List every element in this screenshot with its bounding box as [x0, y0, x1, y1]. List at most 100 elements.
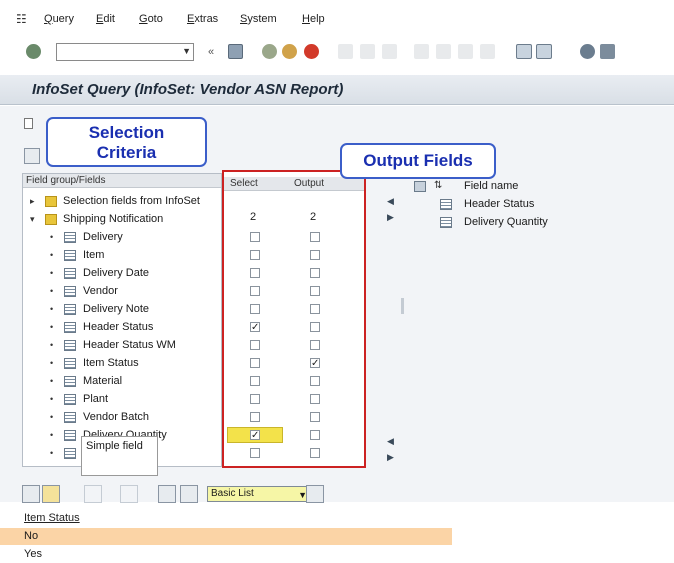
cancel-icon[interactable] [304, 44, 319, 59]
next-page-icon[interactable] [458, 44, 473, 59]
tree-row[interactable]: • Header Status [23, 319, 221, 337]
list-item[interactable]: No [0, 528, 452, 545]
sort-ascending-icon[interactable] [84, 485, 102, 503]
output-row[interactable]: Delivery Quantity [414, 214, 669, 232]
select-checkbox[interactable] [250, 358, 260, 368]
graphic-icon[interactable] [180, 485, 198, 503]
sort-descending-icon[interactable] [120, 485, 138, 503]
prev-page-icon[interactable] [436, 44, 451, 59]
output-checkbox[interactable] [310, 268, 320, 278]
menu-bar: ☷ Query Edit Goto Extras System Help [0, 0, 674, 36]
tree-row[interactable]: • Item [23, 247, 221, 265]
list-item[interactable]: Yes [0, 546, 674, 563]
output-checkbox[interactable] [310, 304, 320, 314]
find-icon[interactable] [360, 44, 375, 59]
bullet-icon: • [50, 250, 54, 260]
output-checkbox[interactable] [310, 448, 320, 458]
select-checkbox[interactable] [250, 412, 260, 422]
select-checkbox[interactable] [250, 232, 260, 242]
output-checkbox[interactable] [310, 322, 320, 332]
menu-icon[interactable]: ☷ [16, 12, 27, 26]
tree-row-label: Header Status [83, 321, 154, 333]
create-session-icon[interactable] [516, 44, 532, 59]
chevron-down-icon[interactable]: ▼ [182, 46, 191, 56]
select-checkbox[interactable] [250, 448, 260, 458]
shortcut-icon[interactable] [536, 44, 552, 59]
result-list-header[interactable]: Item Status [0, 510, 674, 527]
selection-criteria-text: Selection Criteria [88, 123, 165, 162]
menu-edit[interactable]: Edit [96, 13, 115, 25]
field-icon [64, 358, 76, 369]
select-checkbox[interactable] [250, 304, 260, 314]
output-checkbox[interactable] [310, 232, 320, 242]
field-icon [64, 394, 76, 405]
back-icon[interactable] [262, 44, 277, 59]
tree-row-label: Material [83, 375, 123, 387]
radio-icon[interactable] [24, 118, 33, 129]
print-icon[interactable] [338, 44, 353, 59]
tree-row-label: Selection fields from InfoSet [63, 195, 200, 207]
tree-row[interactable]: • Vendor [23, 283, 221, 301]
exit-icon[interactable] [282, 44, 297, 59]
output-checkbox[interactable] [310, 430, 320, 440]
save-icon[interactable] [228, 44, 243, 59]
menu-extras[interactable]: Extras [187, 13, 218, 25]
refresh-icon[interactable] [306, 485, 324, 503]
output-checkbox[interactable] [310, 412, 320, 422]
tree-row[interactable]: • Delivery Note [23, 301, 221, 319]
tree-row[interactable]: • Material [23, 373, 221, 391]
splitter-handle[interactable] [401, 298, 404, 314]
output-checkbox[interactable] [310, 394, 320, 404]
menu-help[interactable]: Help [302, 13, 325, 25]
menu-system[interactable]: System [240, 13, 277, 25]
arrow-left-icon[interactable]: ◀ [387, 196, 394, 207]
command-field[interactable]: ▼ [56, 43, 194, 61]
layout-icon[interactable] [600, 44, 615, 59]
output-layout-select[interactable]: Basic List ▼ [207, 486, 311, 502]
tree-row[interactable]: • Header Status WM [23, 337, 221, 355]
triangle-down-icon[interactable]: ▾ [30, 214, 35, 225]
tree-row[interactable]: ▸ Selection fields from InfoSet [23, 193, 221, 211]
arrow-left-icon[interactable]: ◀ [387, 436, 394, 447]
tree-row[interactable]: ▾ Shipping Notification [23, 211, 221, 229]
select-checkbox[interactable]: ✓ [250, 430, 260, 441]
tree-row[interactable]: • Item Status [23, 355, 221, 373]
arrow-right-icon[interactable]: ▶ [387, 452, 394, 463]
select-checkbox[interactable] [250, 250, 260, 260]
menu-query[interactable]: Query [44, 13, 74, 25]
select-checkbox[interactable] [250, 268, 260, 278]
output-row[interactable]: Header Status [414, 196, 669, 214]
output-field-list: ⇅ Field name Header Status Delivery Quan… [414, 178, 669, 238]
output-checkbox[interactable] [310, 376, 320, 386]
tree-row[interactable]: • Delivery [23, 229, 221, 247]
field-icon [64, 304, 76, 315]
select-checkbox[interactable]: ✓ [250, 322, 260, 333]
tree-row[interactable]: • Delivery Date [23, 265, 221, 283]
output-checkbox[interactable]: ✓ [310, 358, 320, 369]
last-page-icon[interactable] [480, 44, 495, 59]
enter-icon[interactable] [26, 44, 41, 59]
select-checkbox[interactable] [250, 340, 260, 350]
field-icon [64, 430, 76, 441]
output-checkbox[interactable] [310, 250, 320, 260]
output-checkbox[interactable] [310, 340, 320, 350]
find-next-icon[interactable] [382, 44, 397, 59]
tree-row[interactable]: • Vendor Batch [23, 409, 221, 427]
details-icon[interactable] [22, 485, 40, 503]
first-page-icon[interactable] [414, 44, 429, 59]
select-checkbox[interactable] [250, 394, 260, 404]
menu-goto[interactable]: Goto [139, 13, 163, 25]
table-icon[interactable] [158, 485, 176, 503]
select-layout-icon[interactable] [42, 485, 60, 503]
select-checkbox[interactable] [250, 376, 260, 386]
output-checkbox[interactable] [310, 286, 320, 296]
select-checkbox[interactable] [250, 286, 260, 296]
tree-row[interactable]: • Plant [23, 391, 221, 409]
tree-row-label: Plant [83, 393, 109, 405]
help-icon[interactable] [580, 44, 595, 59]
settings-icon[interactable] [24, 148, 40, 164]
collapse-icon[interactable]: « [208, 46, 214, 58]
triangle-right-icon[interactable]: ▸ [30, 196, 35, 207]
folder-icon [45, 196, 57, 207]
arrow-right-icon[interactable]: ▶ [387, 212, 394, 223]
